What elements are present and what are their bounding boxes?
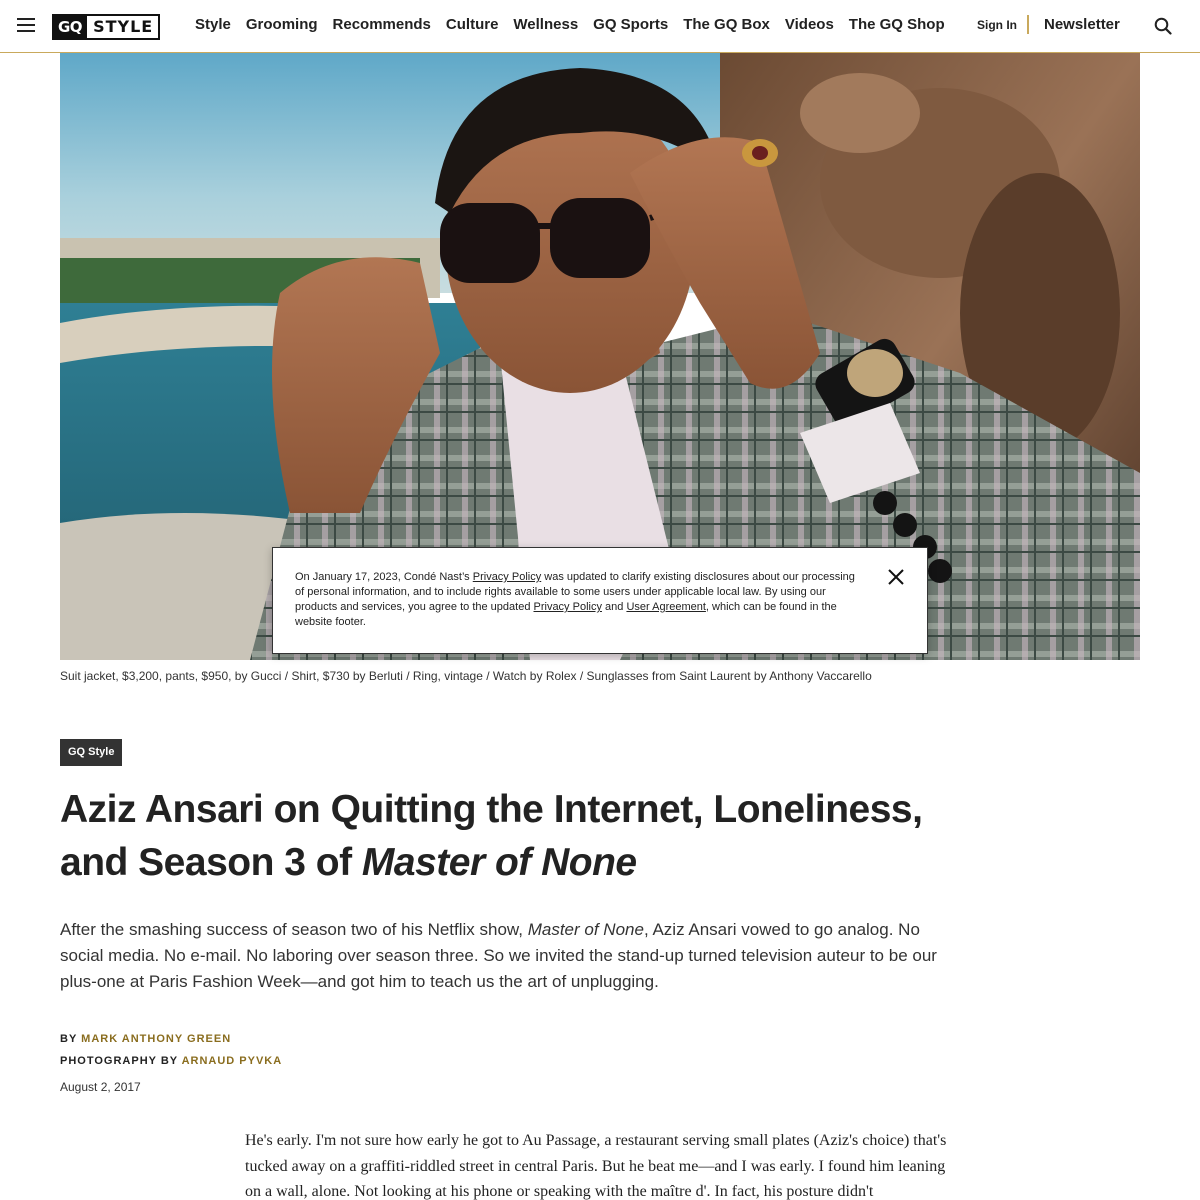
nav-item-recommends[interactable]: Recommends — [333, 16, 431, 33]
photographer-link[interactable]: ARNAUD PYVKA — [182, 1055, 283, 1067]
nav-item-gq-sports[interactable]: GQ Sports — [593, 16, 668, 33]
dek-text-1: After the smashing success of season two… — [60, 920, 528, 939]
rubric-badge[interactable]: GQ Style — [60, 739, 123, 766]
close-icon[interactable] — [887, 568, 905, 586]
dek-show-title: Master of None — [527, 920, 644, 939]
photographer-byline: PHOTOGRAPHY BY ARNAUD PYVKA — [60, 1055, 282, 1067]
header-divider — [1027, 15, 1029, 34]
article-headline: Aziz Ansari on Quitting the Internet, Lo… — [60, 783, 980, 889]
publish-date: August 2, 2017 — [60, 1080, 141, 1094]
author-link[interactable]: MARK ANTHONY GREEN — [81, 1033, 231, 1045]
nav-item-gq-shop[interactable]: The GQ Shop — [849, 16, 945, 33]
user-agreement-link[interactable]: User Agreement — [626, 601, 705, 613]
nav-item-wellness[interactable]: Wellness — [513, 16, 578, 33]
nav-item-culture[interactable]: Culture — [446, 16, 499, 33]
headline-show-title: Master of None — [361, 841, 637, 884]
logo-style: STYLE — [93, 17, 154, 36]
privacy-text-1: On January 17, 2023, Condé Nast’s — [295, 571, 473, 583]
privacy-policy-link[interactable]: Privacy Policy — [473, 571, 541, 583]
by-label: BY — [60, 1033, 78, 1045]
photography-label: PHOTOGRAPHY BY — [60, 1055, 178, 1067]
author-byline: BY MARK ANTHONY GREEN — [60, 1033, 231, 1045]
nav-item-grooming[interactable]: Grooming — [246, 16, 318, 33]
menu-icon[interactable] — [17, 18, 35, 34]
article-dek: After the smashing success of season two… — [60, 917, 960, 995]
site-header: GQ STYLE Style Grooming Recommends Cultu… — [0, 0, 1200, 53]
privacy-text-3: and — [601, 601, 627, 613]
privacy-notice-text: On January 17, 2023, Condé Nast’s Privac… — [295, 570, 867, 630]
nav-item-style[interactable]: Style — [195, 16, 231, 33]
photo-caption: Suit jacket, $3,200, pants, $950, by Guc… — [60, 669, 872, 683]
sign-in-link[interactable]: Sign In — [977, 18, 1017, 32]
logo-gq: GQ — [54, 16, 88, 38]
main-nav: Style Grooming Recommends Culture Wellne… — [195, 16, 960, 33]
article-body-paragraph: He's early. I'm not sure how early he go… — [245, 1132, 947, 1200]
newsletter-link[interactable]: Newsletter — [1044, 16, 1120, 33]
privacy-policy-link-2[interactable]: Privacy Policy — [534, 601, 602, 613]
nav-item-videos[interactable]: Videos — [785, 16, 834, 33]
privacy-notice-dialog: On January 17, 2023, Condé Nast’s Privac… — [272, 547, 928, 654]
nav-item-gq-box[interactable]: The GQ Box — [683, 16, 770, 33]
gq-style-logo[interactable]: GQ STYLE — [52, 14, 161, 40]
search-icon[interactable] — [1154, 17, 1172, 35]
